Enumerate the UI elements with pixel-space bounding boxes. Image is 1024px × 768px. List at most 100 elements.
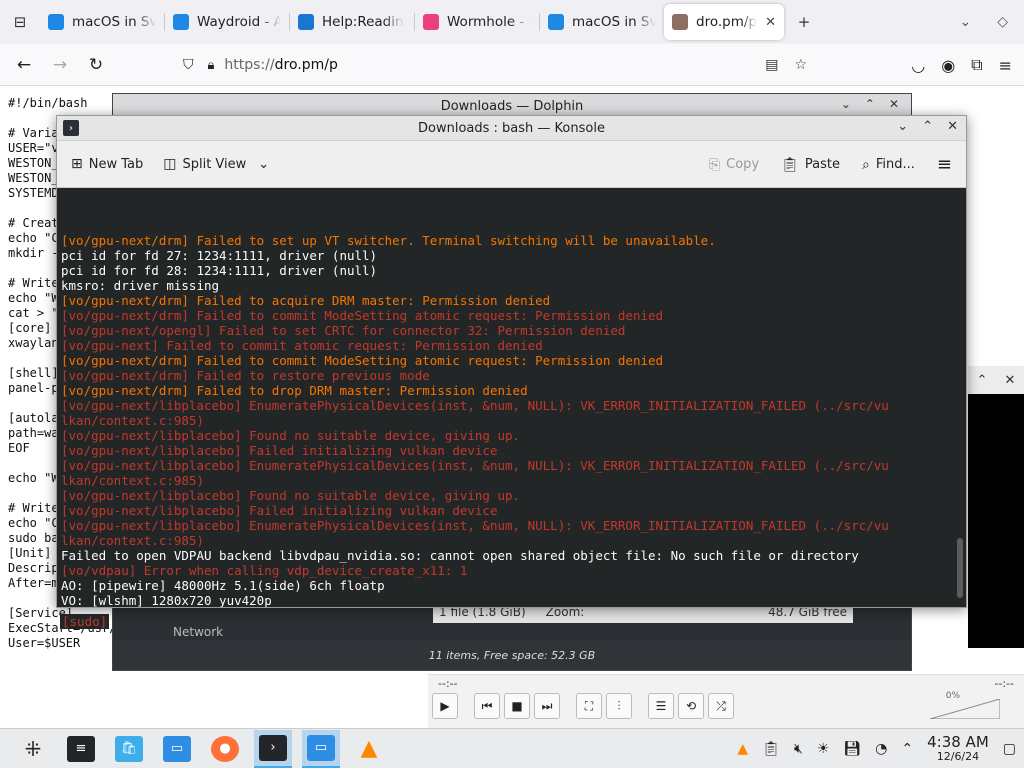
tab-strip: macOS in Sv Waydroid - A Help:Readin Wormho… — [40, 4, 784, 40]
paste-button[interactable]: 📋︎ Paste — [781, 157, 840, 173]
playlist-icon[interactable]: ☰ — [648, 693, 674, 719]
terminal-line: [vo/gpu-next/libplacebo] EnumeratePhysic… — [61, 458, 889, 473]
reload-button[interactable]: ↻ — [78, 47, 114, 83]
clipboard-icon[interactable]: 📋︎ — [762, 741, 780, 757]
terminal-output[interactable]: [vo/gpu-next/drm] Failed to set up VT sw… — [57, 188, 966, 607]
browser-tab[interactable]: macOS in Sv — [540, 4, 664, 40]
loop-icon[interactable]: ⟲ — [678, 693, 704, 719]
menu-icon[interactable]: ≡ — [999, 56, 1012, 75]
folder-task-icon[interactable]: ▭ — [302, 729, 340, 768]
browser-tab[interactable]: Waydroid - A — [165, 4, 289, 40]
forward-button[interactable]: → — [42, 47, 78, 83]
vlc-icon[interactable]: ▲ — [350, 730, 388, 768]
browser-tab[interactable]: Help:Readin — [290, 4, 414, 40]
total-time: --:-- — [994, 677, 1014, 690]
play-icon[interactable]: ▶ — [432, 693, 458, 719]
volume-muted-icon[interactable]: 🔇︎ — [794, 741, 803, 757]
terminal-line: lkan/context.c:985) — [61, 473, 204, 488]
updates-icon[interactable]: ◔ — [875, 741, 887, 757]
dolphin-title: Downloads — Dolphin — [440, 98, 584, 114]
tab-favicon-icon — [548, 14, 564, 30]
volume-triangle-icon[interactable] — [929, 698, 1001, 720]
minimize-icon[interactable]: ⌄ — [897, 119, 908, 134]
chevron-up-icon[interactable]: ⌃ — [901, 741, 913, 757]
reader-view-icon[interactable]: ▤ — [765, 57, 778, 73]
copy-button[interactable]: ⎘ Copy — [709, 157, 759, 173]
find-button[interactable]: ⌕ Find... — [862, 157, 915, 173]
paste-icon: 📋︎ — [781, 156, 799, 173]
brightness-icon[interactable]: ☀ — [817, 741, 830, 757]
clock-time: 4:38 AM — [927, 733, 989, 752]
shield-icon[interactable]: ⛉ — [183, 57, 194, 73]
chevron-down-icon[interactable]: ⌄ — [959, 14, 971, 30]
places-network[interactable]: Network — [173, 625, 223, 639]
minimize-icon[interactable]: ⌄ — [841, 97, 851, 111]
browser-tab[interactable]: dro.pm/p ✕ — [664, 4, 784, 40]
find-label: Find... — [875, 157, 915, 172]
tab-label: Help:Readin — [322, 14, 404, 30]
discover-store-icon[interactable]: 🛍︎ — [110, 730, 148, 768]
save-icon[interactable]: 💾︎ — [843, 741, 861, 757]
terminal-line: [vo/gpu-next/drm] Failed to commit ModeS… — [61, 308, 664, 323]
volume-percent: 0% — [945, 691, 960, 701]
dolphin-status-text: 11 items, Free space: 52.3 GB — [113, 640, 911, 670]
diamond-icon[interactable]: ◇ — [997, 14, 1008, 30]
bookmark-star-icon[interactable]: ☆ — [794, 57, 807, 73]
close-icon[interactable]: ✕ — [947, 119, 958, 134]
split-view-button[interactable]: ◫ Split View ⌄ — [163, 156, 269, 172]
account-icon[interactable]: ◉ — [941, 56, 955, 75]
vlc-tray-icon[interactable]: ▲ — [737, 741, 748, 757]
konsole-task-icon[interactable]: › — [254, 729, 292, 768]
konsole-titlebar: › Downloads : bash — Konsole ⌄ ⌃ ✕ — [57, 116, 966, 141]
browser-tab[interactable]: Wormhole - s — [415, 4, 539, 40]
terminal-line: kmsro: driver missing — [61, 278, 220, 293]
tab-list-icon[interactable]: ⊟ — [0, 0, 40, 44]
back-button[interactable]: ← — [6, 47, 42, 83]
lock-icon[interactable]: 🔒︎ — [208, 58, 215, 73]
extensions-icon[interactable]: ⧉ — [971, 55, 982, 75]
next-icon[interactable]: ⏭ — [534, 693, 560, 719]
maximize-icon[interactable]: ⌃ — [922, 119, 933, 134]
close-icon[interactable]: ✕ — [889, 97, 899, 111]
application-launcher-icon[interactable]: ⁜ — [14, 730, 52, 768]
previous-icon[interactable]: ⏮ — [474, 693, 500, 719]
terminal-line: [vo/gpu-next] Failed to commit atomic re… — [61, 338, 543, 353]
new-tab-button[interactable]: ⊞ New Tab — [71, 156, 143, 172]
tab-bar-right: ⌄ ◇ — [959, 14, 1024, 30]
clock[interactable]: 4:38 AM 12/6/24 — [927, 733, 989, 763]
pocket-icon[interactable]: ◡ — [911, 56, 925, 75]
player-window-controls: ⌃ ✕ — [968, 366, 1024, 394]
tab-favicon-icon — [298, 14, 314, 30]
terminal-line: [vo/gpu-next/opengl] Failed to set CRTC … — [61, 323, 626, 338]
firefox-icon[interactable]: ● — [206, 730, 244, 768]
terminal-line: [vo/gpu-next/drm] Failed to acquire DRM … — [61, 293, 551, 308]
equalizer-icon[interactable]: ⫶ — [606, 693, 632, 719]
terminal-scrollbar[interactable] — [957, 538, 963, 598]
new-tab-button[interactable]: + — [784, 0, 824, 44]
dolphin-window-controls: ⌄ ⌃ ✕ — [841, 97, 899, 111]
konsole-app-icon: › — [63, 120, 79, 136]
stop-icon[interactable]: ■ — [504, 693, 530, 719]
close-icon[interactable]: ✕ — [1005, 373, 1016, 388]
chevron-down-icon: ⌄ — [258, 156, 270, 172]
shuffle-icon[interactable]: ⤮ — [708, 693, 734, 719]
terminal-line: [vo/gpu-next/libplacebo] Found no suitab… — [61, 488, 521, 503]
terminal-line: [vo/gpu-next/drm] Failed to restore prev… — [61, 368, 430, 383]
terminal-line: [vo/gpu-next/libplacebo] Failed initiali… — [61, 443, 498, 458]
hamburger-menu-icon[interactable]: ≡ — [937, 154, 952, 175]
maximize-icon[interactable]: ⌃ — [865, 97, 875, 111]
show-desktop-icon[interactable]: ▢ — [1003, 741, 1016, 757]
navigation-bar: ← → ↻ ⛉ 🔒︎ https://dro.pm/p ▤ ☆ ◡ ◉ ⧉ ≡ — [0, 44, 1024, 86]
konsole-window-controls: ⌄ ⌃ ✕ — [897, 119, 958, 134]
volume-control[interactable]: 0% — [929, 691, 1001, 720]
system-settings-icon[interactable]: ≡ — [62, 730, 100, 768]
url-bar[interactable]: ⛉ 🔒︎ https://dro.pm/p ▤ ☆ — [175, 50, 815, 80]
dolphin-files-icon[interactable]: ▭ — [158, 730, 196, 768]
maximize-icon[interactable]: ⌃ — [977, 373, 988, 388]
close-tab-icon[interactable]: ✕ — [765, 15, 776, 30]
browser-tab[interactable]: macOS in Sv — [40, 4, 164, 40]
terminal-line: [vo/vdpau] Error when calling vdp_device… — [61, 563, 468, 578]
fullscreen-icon[interactable]: ⛶ — [576, 693, 602, 719]
url-protocol: https:// — [224, 57, 275, 73]
terminal-line: AO: [pipewire] 48000Hz 5.1(side) 6ch flo… — [61, 578, 385, 593]
